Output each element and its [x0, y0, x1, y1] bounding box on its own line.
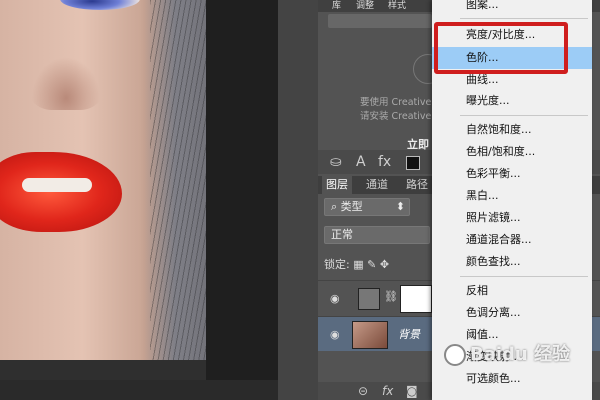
adjustment-layer-icon	[358, 288, 380, 310]
menu-item-channel-mixer[interactable]: 通道混合器...	[432, 229, 592, 251]
tab-library[interactable]: 库	[332, 0, 341, 12]
layer-mask-thumbnail[interactable]	[400, 285, 432, 313]
menu-separator	[460, 115, 588, 116]
canvas-status-bar	[0, 380, 278, 400]
document-canvas[interactable]	[0, 0, 278, 400]
watermark-text: Baidu 经验	[470, 344, 571, 365]
fx-icon[interactable]: fx	[382, 384, 393, 398]
photo-teeth	[22, 178, 92, 192]
filter-type-label: 类型	[340, 200, 363, 213]
annotation-highlight-box	[434, 22, 568, 74]
blend-mode-value: 正常	[331, 228, 353, 241]
paint-bucket-icon[interactable]: ⛀	[330, 154, 342, 170]
lock-label: 锁定:	[324, 258, 350, 271]
layer-thumbnail	[352, 321, 388, 349]
watermark-logo-icon	[444, 344, 466, 366]
tab-channels[interactable]: 通道	[362, 176, 392, 194]
layer-name[interactable]: 背景	[398, 326, 420, 342]
tab-layers[interactable]: 图层	[322, 176, 352, 194]
photo-shadow	[140, 0, 206, 360]
tab-paths[interactable]: 路径	[402, 176, 432, 194]
library-search-input[interactable]	[328, 14, 432, 28]
layer-filter-select[interactable]: ⌕ 类型 ⬍	[324, 198, 410, 216]
photo-lips	[0, 152, 122, 232]
search-icon: ⌕	[331, 200, 338, 213]
lock-row: 锁定: ▦ ✎ ✥	[324, 256, 389, 272]
tab-adjustments[interactable]: 调整	[356, 0, 374, 12]
photo-nose	[26, 50, 106, 110]
link-icon[interactable]: ⊝	[358, 384, 368, 398]
chevron-down-icon: ⬍	[395, 200, 405, 213]
photo-image	[0, 0, 206, 360]
menu-item-photo-filter[interactable]: 照片滤镜...	[432, 207, 592, 229]
menu-item-vibrance[interactable]: 自然饱和度...	[432, 119, 592, 141]
menu-separator	[460, 276, 588, 277]
menu-item-color-lookup[interactable]: 颜色查找...	[432, 251, 592, 273]
menu-separator	[460, 18, 588, 19]
panel-divider	[278, 0, 318, 400]
watermark: Baidu 经验	[444, 340, 570, 366]
visibility-eye-icon[interactable]: ◉	[330, 292, 340, 305]
menu-item-color-balance[interactable]: 色彩平衡...	[432, 163, 592, 185]
mask-icon[interactable]: ◙	[406, 384, 418, 398]
menu-item-pattern[interactable]: 图案...	[432, 0, 592, 16]
lock-move-icon[interactable]: ✥	[380, 258, 389, 271]
tab-styles[interactable]: 样式	[388, 0, 406, 12]
visibility-eye-icon[interactable]: ◉	[330, 328, 340, 341]
menu-item-posterize[interactable]: 色调分离...	[432, 302, 592, 324]
menu-item-hue-saturation[interactable]: 色相/饱和度...	[432, 141, 592, 163]
chain-link-icon[interactable]: ⛓	[384, 290, 398, 303]
blend-mode-select[interactable]: 正常	[324, 226, 430, 244]
lock-brush-icon[interactable]: ✎	[367, 258, 376, 271]
canvas-pasteboard	[206, 0, 278, 380]
cc-message-line2: 请安装 Creative	[360, 111, 432, 122]
cc-message-line1: 要使用 Creative	[360, 97, 432, 108]
menu-item-exposure[interactable]: 曝光度...	[432, 90, 592, 112]
text-tool-icon[interactable]: A	[356, 154, 366, 170]
fx-icon[interactable]: fx	[378, 154, 391, 170]
menu-item-black-white[interactable]: 黑白...	[432, 185, 592, 207]
menu-item-selective-color[interactable]: 可选颜色...	[432, 368, 592, 390]
menu-item-invert[interactable]: 反相	[432, 280, 592, 302]
photo-eye	[60, 0, 140, 10]
lock-transparent-icon[interactable]: ▦	[353, 258, 363, 271]
color-swatch[interactable]	[406, 156, 420, 170]
